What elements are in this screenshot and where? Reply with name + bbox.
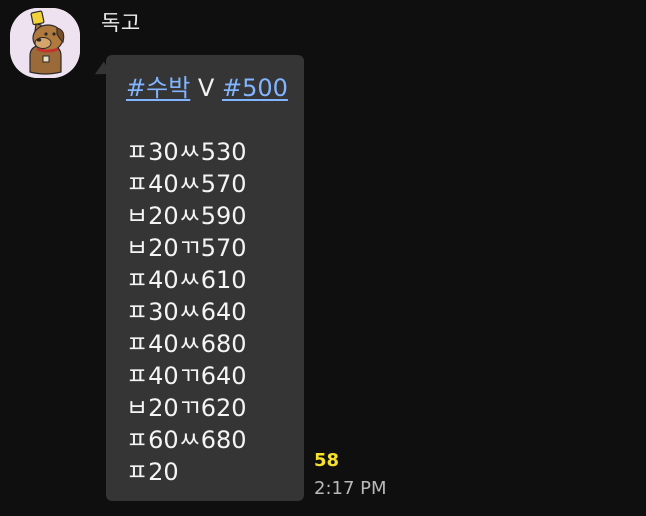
message-line: ㅂ20ㅆ590 [126,202,247,230]
unread-count: 58 [314,450,340,471]
message-line: ㅍ40ㄲ640 [126,362,247,390]
hashtag-line: #수박 V #500 [126,72,288,104]
message-bubble[interactable]: #수박 V #500 ㅍ30ㅆ530 ㅍ40ㅆ570 ㅂ20ㅆ590 ㅂ20ㄲ5… [106,55,304,501]
message-line: ㅍ30ㅆ640 [126,298,247,326]
message-timestamp: 2:17 PM [314,478,387,499]
profile-avatar[interactable] [10,8,80,78]
message-line: ㅂ20ㄲ620 [126,394,247,422]
message-line: ㅍ20 [126,458,179,486]
message-line: ㅍ40ㅆ680 [126,330,247,358]
hashtag-link-watermelon[interactable]: #수박 [126,74,190,102]
message-line: ㅍ60ㅆ680 [126,426,247,454]
message-line: ㅍ30ㅆ530 [126,138,247,166]
hashtag-link-500[interactable]: #500 [222,74,288,102]
hashtag-separator: V [190,74,222,102]
dog-character-icon [10,8,80,78]
message-line: ㅂ20ㄲ570 [126,234,247,262]
message-line: ㅍ40ㅆ570 [126,170,247,198]
message-line: ㅍ40ㅆ610 [126,266,247,294]
chat-screen: 독고 #수박 V #500 ㅍ30ㅆ530 ㅍ40ㅆ570 ㅂ20ㅆ590 ㅂ2… [0,0,646,516]
sender-name: 독고 [101,11,141,35]
